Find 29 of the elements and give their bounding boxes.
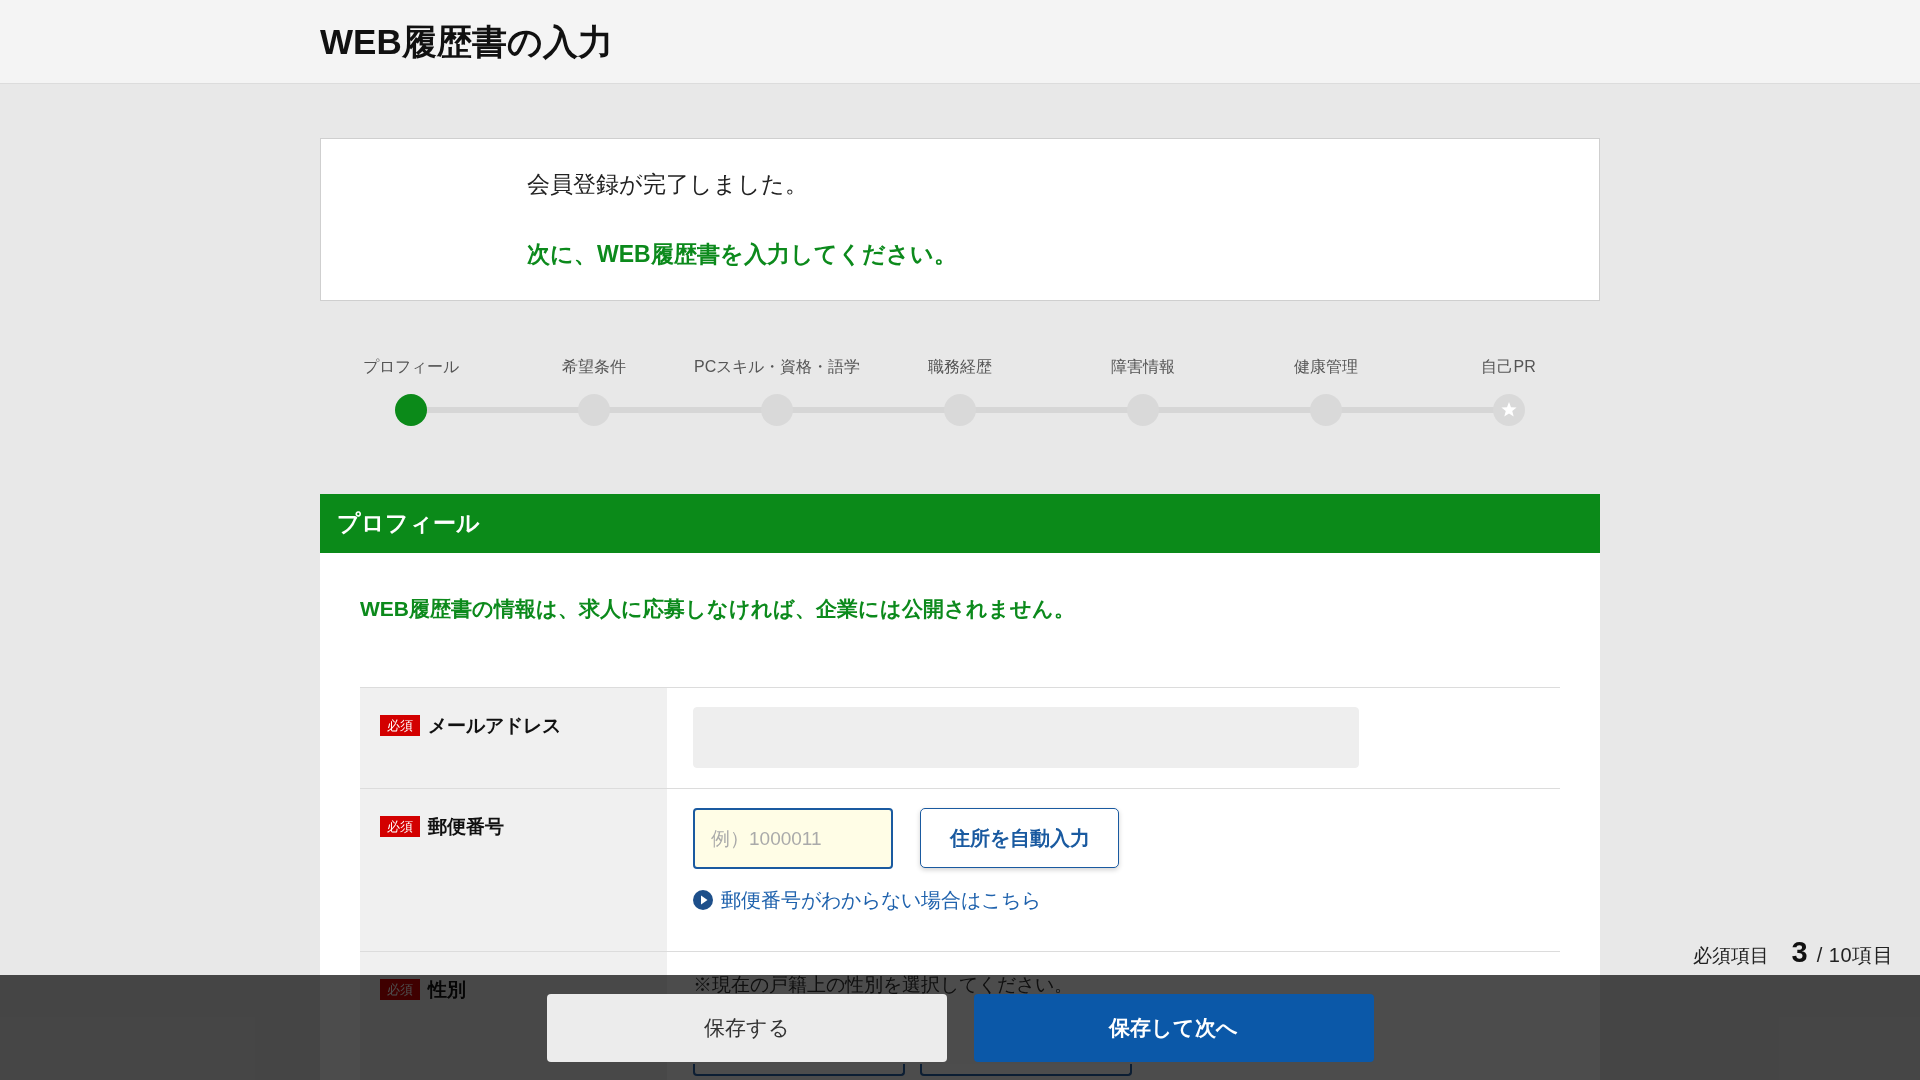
required-count: 3 (1791, 934, 1808, 970)
page-title: WEB履歴書の入力 (320, 24, 613, 59)
step-label: 希望条件 (562, 359, 627, 375)
postal-code-field[interactable]: 例）1000011 (693, 808, 893, 869)
step-label: PCスキル・資格・語学 (694, 359, 861, 375)
field-label: 性別 (428, 979, 466, 1000)
required-total: / 10項目 (1816, 942, 1893, 968)
field-label: 郵便番号 (428, 816, 504, 837)
option-box[interactable] (920, 1064, 1132, 1076)
save-next-button[interactable]: 保存して次へ (973, 994, 1374, 1062)
section-title: プロフィール (337, 512, 480, 535)
required-badge: 必須 (380, 715, 420, 736)
step-label: 健康管理 (1293, 359, 1358, 375)
option-box[interactable] (693, 1064, 905, 1076)
field-label: メールアドレス (428, 715, 561, 736)
instruction-message: 次に、WEB履歴書を入力してください。 (527, 243, 957, 266)
success-message: 会員登録が完了しました。 (527, 173, 808, 196)
save-button[interactable]: 保存する (546, 994, 947, 1062)
privacy-note: WEB履歴書の情報は、求人に応募しなければ、企業には公開されません。 (360, 598, 1075, 619)
step-label: プロフィール (363, 359, 460, 375)
step-label: 障害情報 (1110, 359, 1175, 375)
step-label: 職務経歴 (928, 359, 992, 375)
required-count-label: 必須項目 (1692, 943, 1769, 968)
postal-code-help-link[interactable]: 郵便番号がわからない場合はこちら (721, 890, 1041, 910)
play-circle-icon (693, 890, 713, 910)
autofill-address-button[interactable]: 住所を自動入力 (920, 808, 1119, 868)
required-badge: 必須 (380, 816, 420, 837)
gender-hint: ※現在の戸籍上の性別を選択してください。 (693, 975, 1073, 994)
step-label: 自己PR (1481, 359, 1536, 375)
